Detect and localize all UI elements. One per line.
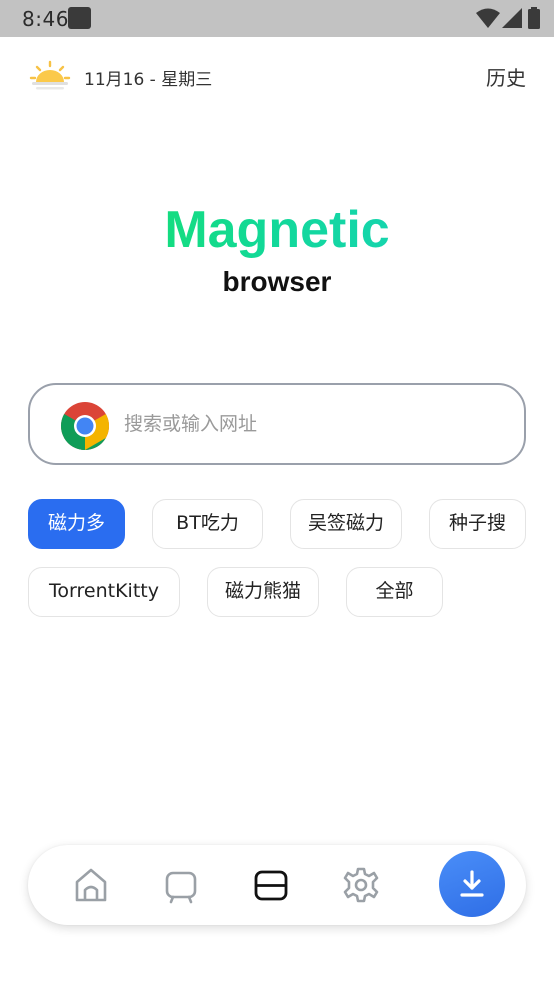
history-button[interactable]: 历史 <box>486 62 526 91</box>
chip-cili-xiongmao[interactable]: 磁力熊猫 <box>207 567 319 617</box>
search-bar[interactable] <box>28 383 526 465</box>
chip-wuqian-cili[interactable]: 吴签磁力 <box>290 499 402 549</box>
date-text: 11月16 - 星期三 <box>84 70 213 90</box>
home-icon <box>75 868 107 902</box>
wifi-icon <box>476 8 500 28</box>
notification-app-icon <box>68 7 91 29</box>
chip-cili-duo[interactable]: 磁力多 <box>28 499 125 549</box>
bottom-nav <box>28 845 526 925</box>
gear-icon <box>343 867 379 903</box>
chip-bt-chili[interactable]: BT吃力 <box>152 499 263 549</box>
tabs-icon <box>254 870 288 901</box>
nav-tabs-button[interactable] <box>251 865 291 905</box>
tv-icon <box>165 871 197 904</box>
chip-torrentkitty[interactable]: TorrentKitty <box>28 567 180 617</box>
signal-icon <box>502 8 522 28</box>
chip-all[interactable]: 全部 <box>346 567 443 617</box>
nav-settings-button[interactable] <box>341 865 381 905</box>
nav-tv-button[interactable] <box>161 865 201 905</box>
battery-icon <box>528 7 540 29</box>
sunny-weather-icon <box>29 60 71 90</box>
download-icon <box>460 870 484 897</box>
status-bar: 8:46 <box>0 0 554 37</box>
nav-home-button[interactable] <box>71 865 111 905</box>
search-input[interactable] <box>124 405 504 443</box>
app-logo-subtitle: browser <box>222 266 332 297</box>
chrome-icon <box>60 402 110 451</box>
app-logo-title: Magnetic <box>0 197 554 263</box>
chip-zhongzi-sou[interactable]: 种子搜 <box>429 499 526 549</box>
header-row: 11月16 - 星期三 历史 <box>0 56 554 96</box>
status-time: 8:46 <box>22 7 69 31</box>
download-button[interactable] <box>439 851 505 917</box>
